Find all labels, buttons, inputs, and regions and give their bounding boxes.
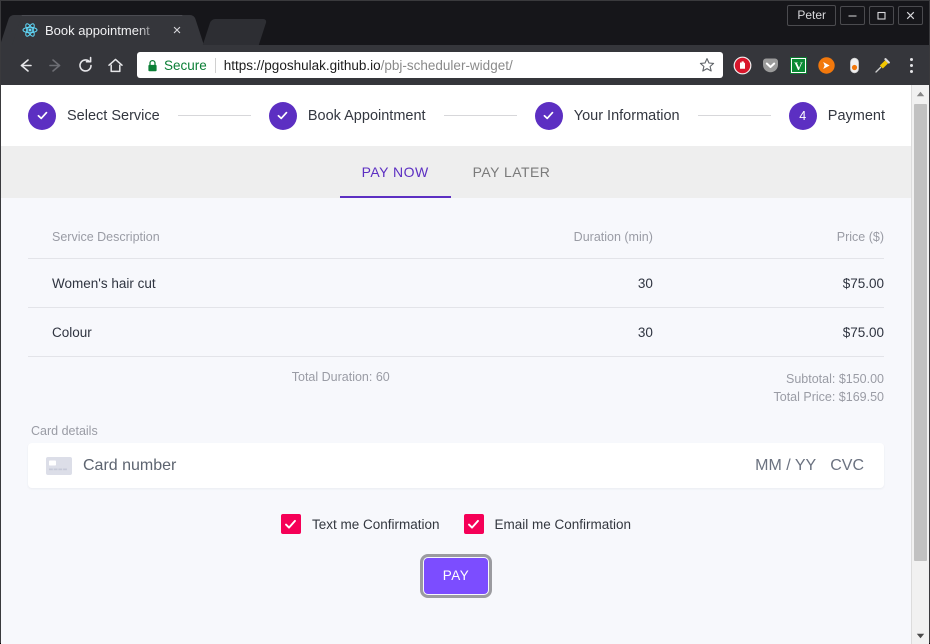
tab-title: Book appointment	[45, 22, 150, 38]
confirmation-options: Text me Confirmation Email me Confirmati…	[28, 488, 884, 534]
scroll-down-arrow-icon[interactable]	[912, 627, 929, 644]
subtotal-text: Subtotal: $150.00	[786, 372, 884, 386]
card-details-label: Card details	[31, 424, 98, 438]
capsule-icon[interactable]	[845, 56, 864, 75]
omnibox-divider	[214, 57, 216, 73]
check-icon	[268, 101, 297, 130]
cell-price: $75.00	[652, 258, 884, 308]
cell-duration: 30	[421, 258, 653, 308]
svg-text:V: V	[794, 59, 803, 73]
pocket-icon[interactable]	[761, 56, 780, 75]
orange-arrow-icon[interactable]	[817, 56, 836, 75]
syringe-icon[interactable]	[873, 56, 892, 75]
stepper-connector	[177, 115, 251, 116]
checkbox-text-confirmation[interactable]: Text me Confirmation	[280, 514, 440, 534]
browser-window: Peter Book appointment × Secure https://…	[0, 0, 930, 644]
browser-titlebar: Peter Book appointment ×	[1, 1, 929, 45]
adblock-icon[interactable]	[733, 56, 752, 75]
credit-card-icon	[46, 456, 72, 475]
stepper-step-payment[interactable]: 4 Payment	[788, 101, 886, 130]
checkbox-checked-icon[interactable]	[280, 514, 301, 534]
total-price-text: Total Price: $169.50	[773, 390, 885, 404]
tab-strip: Book appointment ×	[11, 13, 268, 45]
card-number-input[interactable]: Card number	[83, 457, 755, 475]
stepper-connector	[443, 115, 517, 116]
address-bar[interactable]: Secure https://pgoshulak.github.io/pbj-s…	[137, 52, 723, 78]
url-text: https://pgoshulak.github.io/pbj-schedule…	[224, 58, 698, 73]
menu-dot	[909, 69, 913, 73]
payment-mode-tabs: PAY NOW PAY LATER	[1, 146, 911, 198]
check-icon	[534, 101, 563, 130]
minimize-button[interactable]	[840, 6, 865, 25]
scroll-up-arrow-icon[interactable]	[912, 85, 929, 102]
totals-amounts: Subtotal: $150.00 Total Price: $169.50	[774, 370, 885, 406]
forward-button[interactable]	[41, 51, 69, 79]
cell-price: $75.00	[652, 307, 884, 357]
card-details-field[interactable]: Card number MM / YY CVC	[28, 443, 884, 488]
stepper-step-your-information[interactable]: Your Information	[534, 101, 680, 130]
checkbox-label: Text me Confirmation	[311, 516, 440, 532]
new-tab-button[interactable]	[202, 19, 268, 45]
menu-dot	[909, 63, 913, 67]
card-expiry-input[interactable]: MM / YY	[755, 457, 816, 475]
reload-button[interactable]	[71, 51, 99, 79]
pay-button[interactable]: PAY	[419, 554, 493, 598]
booking-widget-page: Select Service Book Appointment Your Inf…	[1, 85, 911, 644]
cell-description: Colour	[28, 307, 422, 357]
vimeo-icon[interactable]: V	[789, 56, 808, 75]
menu-dot	[909, 57, 913, 61]
checkbox-label: Email me Confirmation	[494, 516, 632, 532]
checkbox-checked-icon[interactable]	[463, 514, 484, 534]
payment-content: Service Description Duration (min) Price…	[1, 198, 911, 598]
browser-toolbar: Secure https://pgoshulak.github.io/pbj-s…	[1, 45, 929, 85]
react-atom-favicon	[22, 22, 38, 38]
stepper-connector	[697, 115, 771, 116]
url-path: /pbj-scheduler-widget/	[380, 57, 513, 73]
totals-row: Total Duration: 60 Subtotal: $150.00 Tot…	[28, 357, 884, 406]
extension-icons: V	[733, 56, 894, 75]
vertical-scrollbar[interactable]	[911, 85, 929, 644]
pay-button-row: PAY	[28, 534, 884, 598]
check-icon	[28, 101, 56, 130]
bookmark-star-icon[interactable]	[698, 57, 716, 73]
profile-name-button[interactable]: Peter	[787, 5, 836, 26]
cell-duration: 30	[421, 307, 653, 357]
security-status-text: Secure	[164, 57, 207, 73]
browser-menu-icon[interactable]	[901, 53, 921, 77]
table-row: Colour 30 $75.00	[28, 307, 884, 357]
close-button[interactable]	[898, 6, 923, 25]
home-button[interactable]	[101, 51, 129, 79]
stepper-step-select-service[interactable]: Select Service	[28, 101, 160, 130]
step-number: 4	[788, 101, 817, 130]
tab-pay-now[interactable]: PAY NOW	[339, 146, 451, 198]
stepper-step-book-appointment[interactable]: Book Appointment	[268, 101, 426, 130]
maximize-button[interactable]	[869, 6, 894, 25]
stepper-label: Book Appointment	[307, 107, 426, 124]
table-header-row: Service Description Duration (min) Price…	[28, 198, 884, 259]
column-header-price: Price ($)	[652, 198, 884, 259]
scrollbar-thumb[interactable]	[914, 104, 927, 561]
lock-icon	[147, 59, 158, 72]
column-header-duration: Duration (min)	[421, 198, 653, 259]
browser-tab[interactable]: Book appointment ×	[11, 15, 193, 45]
total-duration-text: Total Duration: 60	[291, 370, 390, 384]
stepper-label: Payment	[827, 107, 886, 124]
progress-stepper: Select Service Book Appointment Your Inf…	[1, 85, 911, 146]
stepper-label: Your Information	[573, 107, 680, 124]
window-controls: Peter	[787, 5, 923, 26]
table-row: Women's hair cut 30 $75.00	[28, 258, 884, 308]
page-viewport: Select Service Book Appointment Your Inf…	[1, 85, 929, 644]
checkbox-email-confirmation[interactable]: Email me Confirmation	[463, 514, 632, 534]
service-summary-table: Service Description Duration (min) Price…	[28, 198, 884, 357]
url-domain: https://pgoshulak.github.io	[223, 57, 381, 73]
stepper-label: Select Service	[67, 107, 160, 124]
cell-description: Women's hair cut	[28, 258, 422, 308]
back-button[interactable]	[11, 51, 39, 79]
column-header-description: Service Description	[28, 198, 422, 259]
tab-pay-later[interactable]: PAY LATER	[451, 146, 573, 198]
tab-close-icon[interactable]: ×	[169, 23, 185, 38]
card-cvc-input[interactable]: CVC	[830, 457, 864, 475]
